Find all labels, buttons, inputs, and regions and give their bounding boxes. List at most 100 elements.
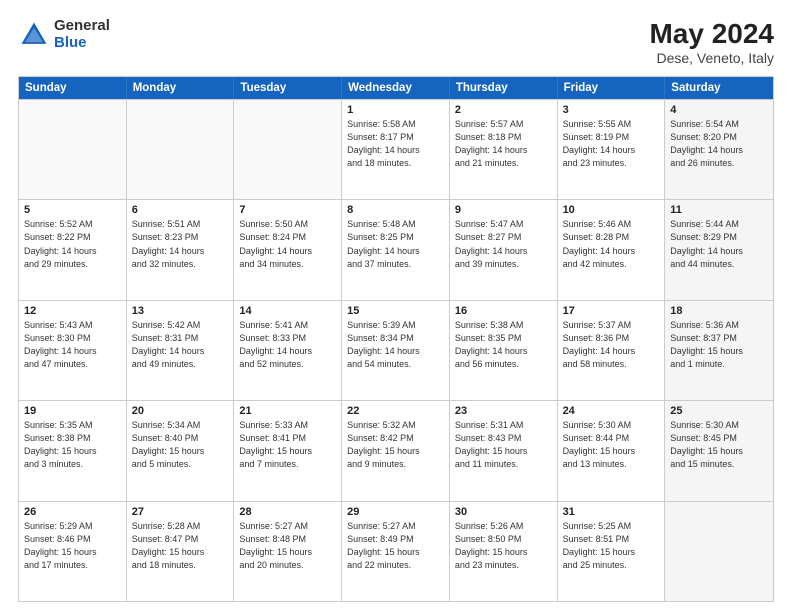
logo: General Blue: [18, 18, 110, 51]
cal-cell: 31 Sunrise: 5:25 AM Sunset: 8:51 PM Dayli…: [558, 502, 666, 601]
day-info: Sunrise: 5:58 AM Sunset: 8:17 PM Dayligh…: [347, 118, 444, 170]
day-info: Sunrise: 5:54 AM Sunset: 8:20 PM Dayligh…: [670, 118, 768, 170]
day-info: Sunrise: 5:25 AM Sunset: 8:51 PM Dayligh…: [563, 520, 660, 572]
day-number: 9: [455, 204, 552, 216]
logo-text: General Blue: [54, 18, 110, 51]
cal-cell: 26Sunrise: 5:29 AM Sunset: 8:46 PM Dayli…: [19, 502, 127, 601]
day-info: Sunrise: 5:48 AM Sunset: 8:25 PM Dayligh…: [347, 218, 444, 270]
page: General Blue May 2024 Dese, Veneto, Ital…: [0, 0, 792, 612]
cal-header-cell: Friday: [558, 77, 666, 99]
cal-header-cell: Sunday: [19, 77, 127, 99]
day-number: 31: [563, 506, 660, 518]
day-number: 12: [24, 305, 121, 317]
day-number: 13: [132, 305, 229, 317]
cal-cell: 2Sunrise: 5:57 AM Sunset: 8:18 PM Daylig…: [450, 100, 558, 199]
calendar-header: SundayMondayTuesdayWednesdayThursdayFrid…: [19, 77, 773, 99]
day-info: Sunrise: 5:27 AM Sunset: 8:48 PM Dayligh…: [239, 520, 336, 572]
day-number: 21: [239, 405, 336, 417]
cal-cell: 25Sunrise: 5:30 AM Sunset: 8:45 PM Dayli…: [665, 401, 773, 500]
day-info: Sunrise: 5:50 AM Sunset: 8:24 PM Dayligh…: [239, 218, 336, 270]
main-title: May 2024: [649, 18, 774, 50]
cal-header-cell: Thursday: [450, 77, 558, 99]
logo-general: General: [54, 18, 110, 35]
header: General Blue May 2024 Dese, Veneto, Ital…: [18, 18, 774, 66]
cal-cell: 28 Sunrise: 5:27 AM Sunset: 8:48 PM Dayli…: [234, 502, 342, 601]
cal-cell: 22 Sunrise: 5:32 AM Sunset: 8:42 PM Dayli…: [342, 401, 450, 500]
cal-cell: [665, 502, 773, 601]
day-info: Sunrise: 5:52 AM Sunset: 8:22 PM Dayligh…: [24, 218, 121, 270]
cal-cell: [19, 100, 127, 199]
day-info: Sunrise: 5:33 AM Sunset: 8:41 PM Dayligh…: [239, 419, 336, 471]
day-info: Sunrise: 5:57 AM Sunset: 8:18 PM Dayligh…: [455, 118, 552, 170]
cal-cell: 18 Sunrise: 5:36 AM Sunset: 8:37 PM Dayli…: [665, 301, 773, 400]
logo-icon: [18, 19, 50, 51]
day-number: 29: [347, 506, 444, 518]
day-number: 26: [24, 506, 121, 518]
cal-cell: 9 Sunrise: 5:47 AM Sunset: 8:27 PM Daylig…: [450, 200, 558, 299]
day-number: 6: [132, 204, 229, 216]
day-number: 4: [670, 104, 768, 116]
day-info: Sunrise: 5:26 AM Sunset: 8:50 PM Dayligh…: [455, 520, 552, 572]
day-info: Sunrise: 5:47 AM Sunset: 8:27 PM Dayligh…: [455, 218, 552, 270]
day-number: 27: [132, 506, 229, 518]
day-info: Sunrise: 5:31 AM Sunset: 8:43 PM Dayligh…: [455, 419, 552, 471]
cal-cell: 1Sunrise: 5:58 AM Sunset: 8:17 PM Daylig…: [342, 100, 450, 199]
cal-header-cell: Monday: [127, 77, 235, 99]
cal-cell: 15 Sunrise: 5:39 AM Sunset: 8:34 PM Dayli…: [342, 301, 450, 400]
cal-week: 26Sunrise: 5:29 AM Sunset: 8:46 PM Dayli…: [19, 501, 773, 601]
day-number: 5: [24, 204, 121, 216]
cal-cell: 17Sunrise: 5:37 AM Sunset: 8:36 PM Dayli…: [558, 301, 666, 400]
cal-week: 12 Sunrise: 5:43 AM Sunset: 8:30 PM Dayli…: [19, 300, 773, 400]
day-number: 14: [239, 305, 336, 317]
day-number: 24: [563, 405, 660, 417]
day-number: 22: [347, 405, 444, 417]
calendar: SundayMondayTuesdayWednesdayThursdayFrid…: [18, 76, 774, 602]
day-info: Sunrise: 5:34 AM Sunset: 8:40 PM Dayligh…: [132, 419, 229, 471]
day-number: 23: [455, 405, 552, 417]
cal-header-cell: Wednesday: [342, 77, 450, 99]
cal-cell: [234, 100, 342, 199]
cal-week: 5 Sunrise: 5:52 AM Sunset: 8:22 PM Daylig…: [19, 199, 773, 299]
day-number: 11: [670, 204, 768, 216]
cal-cell: 11 Sunrise: 5:44 AM Sunset: 8:29 PM Dayli…: [665, 200, 773, 299]
cal-cell: 21 Sunrise: 5:33 AM Sunset: 8:41 PM Dayli…: [234, 401, 342, 500]
cal-week: 1Sunrise: 5:58 AM Sunset: 8:17 PM Daylig…: [19, 99, 773, 199]
day-number: 28: [239, 506, 336, 518]
day-info: Sunrise: 5:42 AM Sunset: 8:31 PM Dayligh…: [132, 319, 229, 371]
day-info: Sunrise: 5:28 AM Sunset: 8:47 PM Dayligh…: [132, 520, 229, 572]
day-info: Sunrise: 5:27 AM Sunset: 8:49 PM Dayligh…: [347, 520, 444, 572]
cal-cell: 27 Sunrise: 5:28 AM Sunset: 8:47 PM Dayli…: [127, 502, 235, 601]
cal-week: 19 Sunrise: 5:35 AM Sunset: 8:38 PM Dayli…: [19, 400, 773, 500]
cal-header-cell: Saturday: [665, 77, 773, 99]
day-info: Sunrise: 5:32 AM Sunset: 8:42 PM Dayligh…: [347, 419, 444, 471]
day-info: Sunrise: 5:46 AM Sunset: 8:28 PM Dayligh…: [563, 218, 660, 270]
day-info: Sunrise: 5:35 AM Sunset: 8:38 PM Dayligh…: [24, 419, 121, 471]
cal-header-cell: Tuesday: [234, 77, 342, 99]
cal-cell: 12 Sunrise: 5:43 AM Sunset: 8:30 PM Dayli…: [19, 301, 127, 400]
day-number: 3: [563, 104, 660, 116]
day-info: Sunrise: 5:43 AM Sunset: 8:30 PM Dayligh…: [24, 319, 121, 371]
cal-cell: 10 Sunrise: 5:46 AM Sunset: 8:28 PM Dayli…: [558, 200, 666, 299]
day-info: Sunrise: 5:39 AM Sunset: 8:34 PM Dayligh…: [347, 319, 444, 371]
logo-blue: Blue: [54, 35, 110, 52]
day-number: 30: [455, 506, 552, 518]
day-number: 8: [347, 204, 444, 216]
day-number: 18: [670, 305, 768, 317]
day-number: 20: [132, 405, 229, 417]
cal-cell: 5 Sunrise: 5:52 AM Sunset: 8:22 PM Daylig…: [19, 200, 127, 299]
cal-cell: 30 Sunrise: 5:26 AM Sunset: 8:50 PM Dayli…: [450, 502, 558, 601]
cal-cell: 23 Sunrise: 5:31 AM Sunset: 8:43 PM Dayli…: [450, 401, 558, 500]
calendar-body: 1Sunrise: 5:58 AM Sunset: 8:17 PM Daylig…: [19, 99, 773, 601]
day-number: 19: [24, 405, 121, 417]
day-number: 15: [347, 305, 444, 317]
cal-cell: 3 Sunrise: 5:55 AM Sunset: 8:19 PM Daylig…: [558, 100, 666, 199]
day-info: Sunrise: 5:36 AM Sunset: 8:37 PM Dayligh…: [670, 319, 768, 371]
day-info: Sunrise: 5:44 AM Sunset: 8:29 PM Dayligh…: [670, 218, 768, 270]
cal-cell: 24Sunrise: 5:30 AM Sunset: 8:44 PM Dayli…: [558, 401, 666, 500]
day-info: Sunrise: 5:55 AM Sunset: 8:19 PM Dayligh…: [563, 118, 660, 170]
cal-cell: 13 Sunrise: 5:42 AM Sunset: 8:31 PM Dayli…: [127, 301, 235, 400]
day-number: 10: [563, 204, 660, 216]
cal-cell: 6Sunrise: 5:51 AM Sunset: 8:23 PM Daylig…: [127, 200, 235, 299]
cal-cell: 16Sunrise: 5:38 AM Sunset: 8:35 PM Dayli…: [450, 301, 558, 400]
day-number: 16: [455, 305, 552, 317]
